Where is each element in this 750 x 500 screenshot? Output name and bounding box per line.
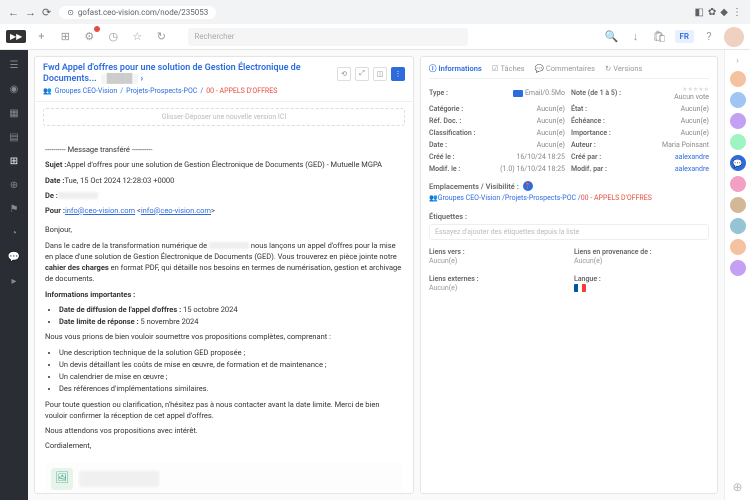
settings-icon[interactable]: ⚙ — [80, 28, 98, 46]
user-avatar[interactable] — [730, 260, 746, 276]
meta-tabs: ⓘ Informations ☑ Tâches 💬 Commentaires ↻… — [429, 63, 709, 79]
email-icon — [513, 90, 523, 97]
refresh-icon[interactable]: ⟲ — [337, 67, 351, 81]
add-icon[interactable]: + — [32, 28, 50, 46]
menu-icon[interactable]: ⋮ — [732, 7, 742, 18]
left-sidebar: ☰ ◉ ▦ ▤ ⊞ ⊕ ⚑ ◔ 💬 ▸ — [0, 50, 28, 500]
search-input[interactable]: Rechercher — [188, 28, 468, 46]
history-icon[interactable]: ↻ — [152, 28, 170, 46]
browser-chrome: ← → ⟳ ⊙ gofast.ceo-vision.com/node/23505… — [0, 0, 750, 24]
play-button[interactable]: ▶▶ — [6, 30, 26, 43]
chat-bubble-icon[interactable]: 💬 — [730, 155, 746, 171]
doc-title: Fwd Appel d'offres pour une solution de … — [43, 63, 331, 84]
new-window-icon[interactable]: ◫ — [373, 67, 387, 81]
lock-icon: ⊙ — [67, 8, 74, 17]
section-locations: Emplacements / Visibilité : — [429, 182, 519, 191]
url-text: gofast.ceo-vision.com/node/235053 — [78, 8, 208, 17]
url-bar[interactable]: ⊙ gofast.ceo-vision.com/node/235053 — [59, 6, 216, 19]
drop-zone[interactable]: Glisser-Déposer une nouvelle version ICI — [43, 108, 405, 126]
flag-fr-icon — [574, 284, 586, 292]
expand-icon[interactable]: ⤢ — [355, 67, 369, 81]
ext-icon[interactable]: ◆ — [720, 7, 728, 18]
tab-info[interactable]: ⓘ Informations — [429, 63, 482, 74]
pin-icon[interactable]: 📍 — [523, 181, 533, 191]
forward-header: ---------- Message transféré ---------- — [45, 144, 403, 155]
doc-icon[interactable]: ▤ — [7, 130, 21, 144]
tab-comments[interactable]: 💬 Commentaires — [535, 63, 595, 74]
user-avatar[interactable] — [724, 27, 744, 47]
user-avatar[interactable] — [730, 71, 746, 87]
metadata-pane: ⓘ Informations ☑ Tâches 💬 Commentaires ↻… — [420, 56, 718, 494]
attachment[interactable]: 🖼 — [45, 462, 403, 494]
star-icon[interactable]: ☆ — [128, 28, 146, 46]
add-user-icon[interactable]: ⊕ — [732, 480, 742, 494]
user-avatar[interactable] — [730, 134, 746, 150]
chat-icon[interactable]: 💬 — [7, 250, 21, 264]
tags-input[interactable]: Essayez d'ajouter des étiquettes depuis … — [429, 224, 709, 240]
lang-button[interactable]: FR — [675, 30, 694, 43]
breadcrumb[interactable]: 👥Groupes CEO-Vision /Projets-Prospects-P… — [43, 87, 405, 95]
user-avatar[interactable] — [730, 176, 746, 192]
user-avatar[interactable] — [730, 92, 746, 108]
download-icon[interactable]: ↓ — [627, 28, 645, 46]
flag-icon[interactable]: ⚑ — [7, 202, 21, 216]
dashboard-icon[interactable]: ◉ — [7, 82, 21, 96]
ext-icon[interactable]: ✿ — [708, 7, 716, 18]
cart-icon[interactable]: 🛍 — [651, 28, 669, 46]
presence-rail: › 💬 ⊕ — [724, 50, 750, 500]
help-icon[interactable]: ? — [700, 28, 718, 46]
bell-icon[interactable]: ◔ — [7, 226, 21, 240]
user-avatar[interactable] — [730, 218, 746, 234]
clock-icon[interactable]: ◷ — [104, 28, 122, 46]
user-avatar[interactable] — [730, 239, 746, 255]
apps-icon[interactable]: ⊞ — [7, 154, 21, 168]
search-icon[interactable]: 🔍 — [603, 28, 621, 46]
more-button[interactable]: ⋮ — [391, 67, 405, 81]
user-avatar[interactable] — [730, 113, 746, 129]
location-path[interactable]: 👥Groupes CEO-Vision /Projets-Prospects-P… — [429, 194, 709, 204]
reload-icon[interactable]: ⟳ — [42, 6, 51, 19]
list-icon[interactable]: ▸ — [7, 274, 21, 288]
collapse-icon[interactable]: › — [736, 56, 739, 66]
tab-tasks[interactable]: ☑ Tâches — [492, 63, 525, 74]
app-toolbar: ▶▶ + ⊞ ⚙ ◷ ☆ ↻ Rechercher 🔍 ↓ 🛍 FR ? — [0, 24, 750, 50]
ext-icon[interactable]: ◧ — [694, 7, 703, 18]
calendar-icon[interactable]: ▦ — [7, 106, 21, 120]
zoom-icon[interactable]: ⊕ — [7, 178, 21, 192]
section-tags: Étiquettes : — [429, 212, 709, 221]
image-icon: 🖼 — [51, 468, 73, 490]
attachment-name — [79, 471, 159, 487]
tab-versions[interactable]: ↻ Versions — [605, 63, 642, 74]
document-pane: Fwd Appel d'offres pour une solution de … — [34, 56, 414, 494]
forward-icon[interactable]: → — [25, 6, 36, 19]
tree-icon[interactable]: ⊞ — [56, 28, 74, 46]
email-link[interactable]: info@ceo-vision.com — [141, 206, 211, 215]
doc-body: ---------- Message transféré ---------- … — [35, 132, 413, 493]
meta-grid: Type :Email/0.5Mo Note (de 1 à 5) :★★★★★… — [429, 85, 709, 173]
back-icon[interactable]: ← — [8, 6, 19, 19]
user-avatar[interactable] — [730, 197, 746, 213]
menu-icon[interactable]: ☰ — [7, 58, 21, 72]
email-link[interactable]: info@ceo-vision.com — [65, 206, 135, 215]
